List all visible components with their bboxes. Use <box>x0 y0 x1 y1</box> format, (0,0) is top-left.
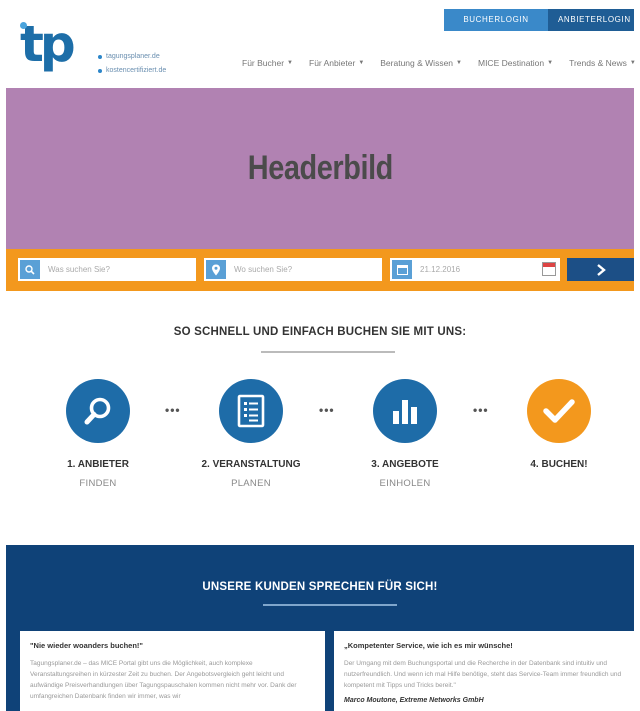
divider <box>261 351 395 353</box>
date-input[interactable]: 21.12.2016 <box>390 258 560 281</box>
step-buchen: 4. BUCHEN! <box>499 379 619 478</box>
login-bar: BUCHERLOGIN ANBIETERLOGIN <box>444 9 634 31</box>
nav-label: Für Bucher <box>242 58 285 68</box>
nav-label: Trends & News <box>569 58 627 68</box>
nav-label: Für Anbieter <box>309 58 356 68</box>
logo-text: tp <box>20 15 76 73</box>
step-circle <box>373 379 437 443</box>
testimonial-card: „Kompetenter Service, wie ich es mir wün… <box>334 631 636 711</box>
step-label: 4. BUCHEN! <box>530 459 588 470</box>
chevron-right-icon <box>596 263 606 276</box>
step-label: 1. ANBIETER <box>67 459 129 470</box>
testimonial-title: "Nie wieder woanders buchen!" <box>30 641 143 650</box>
what-search-input[interactable]: Was suchen Sie? <box>18 258 196 281</box>
step-separator: ••• <box>165 403 181 417</box>
bullet-icon <box>98 55 102 59</box>
divider <box>263 604 397 606</box>
anbieter-login-button[interactable]: ANBIETERLOGIN <box>548 9 634 31</box>
steps-heading: SO SCHNELL UND EINFACH BUCHEN SIE MIT UN… <box>173 326 467 338</box>
where-placeholder: Wo suchen Sie? <box>234 265 293 274</box>
caret-down-icon: ▼ <box>358 60 365 66</box>
nav-item-trends-news[interactable]: Trends & News ▼ <box>569 58 636 68</box>
bucher-login-button[interactable]: BUCHERLOGIN <box>444 9 548 31</box>
step-angebote-einholen: 3. ANGEBOTE EINHOLEN <box>345 379 465 489</box>
nav-item-fuer-bucher[interactable]: Für Bucher ▼ <box>242 58 293 68</box>
testimonial-body: Der Umgang mit dem Buchungsportal und di… <box>344 660 622 689</box>
testimonial-body: Tagungsplaner.de – das MICE Portal gibt … <box>30 660 297 700</box>
main-nav: Für Bucher ▼ Für Anbieter ▼ Beratung & Wis… <box>242 58 636 68</box>
caret-down-icon: ▼ <box>456 60 462 66</box>
testimonials-heading: UNSERE KUNDEN SPRECHEN FÜR SICH! <box>202 581 438 593</box>
search-submit-button[interactable] <box>567 258 634 281</box>
what-placeholder: Was suchen Sie? <box>48 265 110 274</box>
search-icon <box>20 260 40 279</box>
testimonials-section: UNSERE KUNDEN SPRECHEN FÜR SICH! "Nie wi… <box>6 545 636 711</box>
step-sub: EINHOLEN <box>379 478 431 489</box>
bar-chart-icon <box>393 400 417 424</box>
caret-down-icon: ▼ <box>547 60 554 66</box>
logo-dot-icon <box>20 22 27 29</box>
step-anbieter-finden: 1. ANBIETER FINDEN <box>38 379 158 489</box>
step-separator: ••• <box>473 403 489 417</box>
nav-item-mice-destination[interactable]: MICE Destination ▼ <box>478 58 553 68</box>
bullet-icon <box>98 69 102 73</box>
header-image: Headerbild <box>6 88 634 249</box>
testimonial-title: „Kompetenter Service, wie ich es mir wün… <box>344 641 513 650</box>
testimonial-author: Marco Moutone, Extreme Networks GmbH <box>344 697 484 704</box>
step-veranstaltung-planen: 2. VERANSTALTUNG PLANEN <box>191 379 311 489</box>
step-sub: FINDEN <box>79 478 117 489</box>
checklist-icon <box>237 394 265 428</box>
domain-item: kostencertifiziert.de <box>106 67 167 74</box>
step-circle <box>527 379 591 443</box>
domain-list: tagungsplaner.de kostencertifiziert.de <box>98 50 166 78</box>
date-value: 21.12.2016 <box>420 265 461 274</box>
testimonial-card: "Nie wieder woanders buchen!" Tagungspla… <box>20 631 325 711</box>
domain-item: tagungsplaner.de <box>106 53 160 60</box>
step-label: 3. ANGEBOTE <box>371 459 439 470</box>
nav-label: Beratung & Wissen <box>380 58 454 68</box>
step-circle <box>219 379 283 443</box>
logo[interactable]: tp <box>20 15 92 73</box>
hero-title: Headerbild <box>247 149 393 187</box>
nav-item-beratung[interactable]: Beratung & Wissen ▼ <box>380 58 462 68</box>
checkmark-icon <box>543 399 575 423</box>
calendar-icon <box>392 260 412 279</box>
caret-down-icon: ▼ <box>629 60 636 66</box>
nav-item-fuer-anbieter[interactable]: Für Anbieter ▼ <box>309 58 364 68</box>
step-label: 2. VERANSTALTUNG <box>201 459 301 470</box>
step-separator: ••• <box>319 403 335 417</box>
nav-label: MICE Destination <box>477 58 545 68</box>
where-search-input[interactable]: Wo suchen Sie? <box>204 258 382 281</box>
step-sub: PLANEN <box>231 478 271 489</box>
search-icon <box>84 397 111 425</box>
search-bar: Was suchen Sie? Wo suchen Sie? 21.12.201… <box>6 249 634 291</box>
calendar-picker-icon[interactable] <box>542 262 556 276</box>
step-circle <box>66 379 130 443</box>
caret-down-icon: ▼ <box>287 60 293 66</box>
location-pin-icon <box>206 260 226 279</box>
